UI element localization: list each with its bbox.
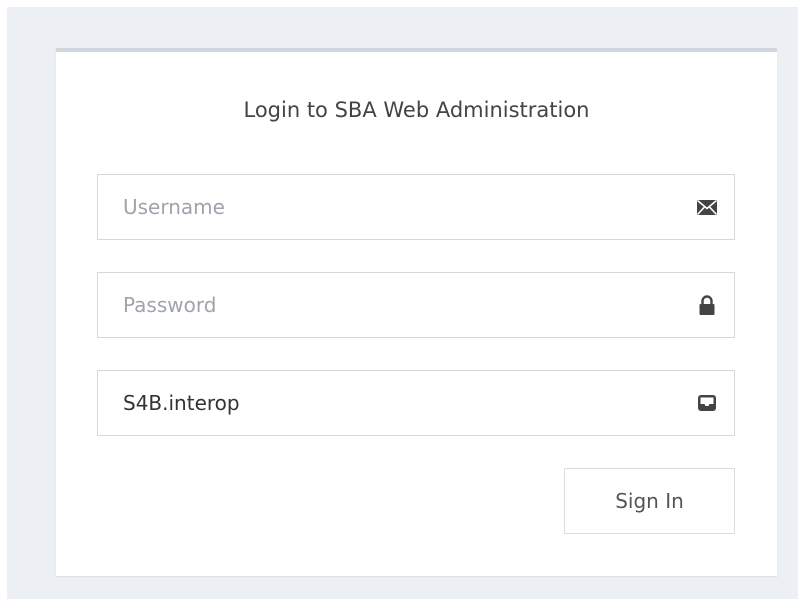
password-input[interactable]: [98, 273, 683, 337]
sign-in-button[interactable]: Sign In: [564, 468, 735, 534]
username-field[interactable]: [97, 174, 735, 240]
domain-input[interactable]: [98, 371, 683, 435]
domain-field[interactable]: [97, 370, 735, 436]
password-field[interactable]: [97, 272, 735, 338]
username-input[interactable]: [98, 175, 683, 239]
envelope-icon: [696, 199, 718, 216]
page-background: Login to SBA Web Administration Username…: [7, 7, 798, 599]
login-title: Login to SBA Web Administration: [243, 98, 590, 122]
inbox-tray-icon: [698, 395, 716, 411]
login-card: Login to SBA Web Administration Username…: [56, 48, 777, 576]
lock-icon: [699, 295, 715, 315]
